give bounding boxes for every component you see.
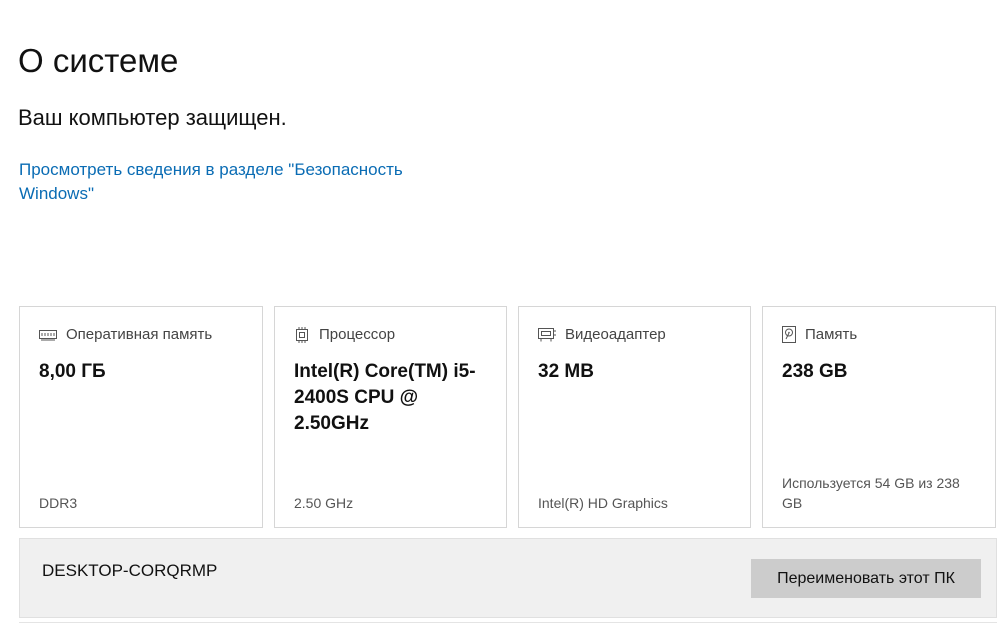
spec-cards: Оперативная память 8,00 ГБ DDR3 Процессо…	[19, 306, 996, 528]
protection-status: Ваш компьютер защищен.	[18, 105, 287, 130]
card-gpu-footer: Intel(R) HD Graphics	[538, 495, 668, 511]
card-ram-header: Оперативная память	[39, 326, 212, 343]
card-gpu-header: Видеоадаптер	[538, 326, 666, 343]
card-ram-footer: DDR3	[39, 495, 78, 511]
storage-icon	[782, 326, 796, 343]
divider	[19, 622, 997, 623]
cpu-icon	[294, 326, 310, 343]
card-storage: Память 238 GB Используется 54 GB из 238 …	[762, 306, 996, 528]
card-ram-value: 8,00 ГБ	[39, 361, 106, 382]
card-cpu-footer: 2.50 GHz	[294, 495, 354, 511]
card-gpu-label: Видеоадаптер	[565, 326, 666, 343]
page-title: О системе	[18, 42, 179, 79]
card-cpu: Процессор Intel(R) Core(TM) i5-2400S CPU…	[274, 306, 507, 528]
card-storage-value: 238 GB	[782, 361, 848, 382]
about-system-page: О системе Ваш компьютер защищен. Просмот…	[0, 0, 1000, 626]
device-name-bar: DESKTOP-CORQRMP Переименовать этот ПК	[19, 538, 997, 618]
card-cpu-header: Процессор	[294, 326, 395, 343]
display-adapter-icon	[538, 327, 556, 342]
card-gpu-value: 32 MB	[538, 361, 594, 382]
rename-pc-button[interactable]: Переименовать этот ПК	[751, 559, 981, 598]
card-cpu-value: Intel(R) Core(TM) i5-2400S CPU @ 2.50GHz	[294, 361, 476, 434]
card-storage-header: Память	[782, 326, 857, 343]
card-ram-label: Оперативная память	[66, 326, 213, 343]
ram-icon	[39, 329, 57, 341]
card-storage-label: Память	[805, 326, 858, 343]
windows-security-link[interactable]: Просмотреть сведения в разделе "Безопасн…	[19, 158, 439, 206]
device-name: DESKTOP-CORQRMP	[42, 561, 218, 580]
card-cpu-label: Процессор	[319, 326, 396, 343]
card-gpu: Видеоадаптер 32 MB Intel(R) HD Graphics	[518, 306, 751, 528]
card-ram: Оперативная память 8,00 ГБ DDR3	[19, 306, 263, 528]
card-storage-footer: Используется 54 GB из 238 GB	[782, 475, 960, 511]
